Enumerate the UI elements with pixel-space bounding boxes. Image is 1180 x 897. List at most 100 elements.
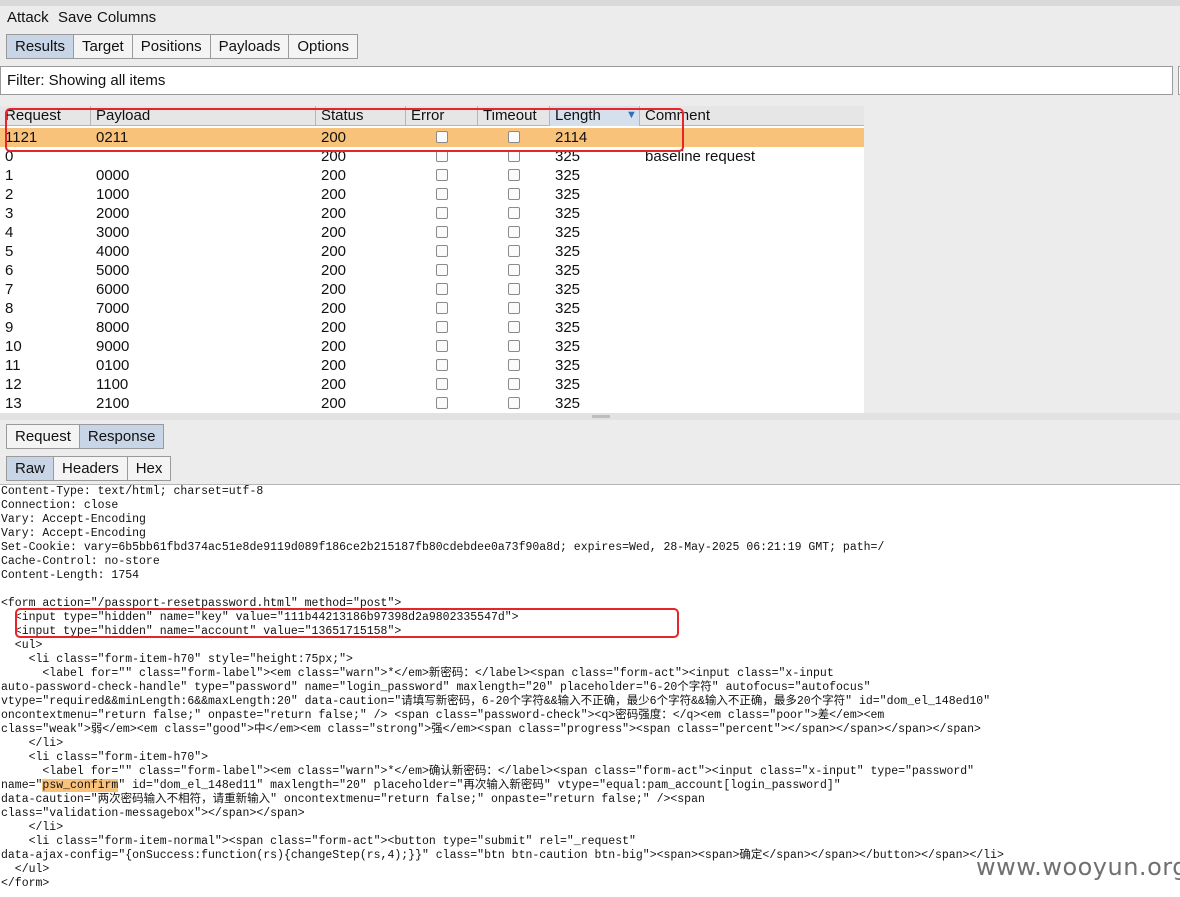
error-checkbox[interactable] xyxy=(436,283,448,295)
tab-response[interactable]: Response xyxy=(79,424,165,449)
cell-length: 325 xyxy=(555,281,581,298)
tab-positions[interactable]: Positions xyxy=(132,34,211,59)
cell-status: 200 xyxy=(321,167,347,184)
code-line: <li class="form-item-h70" style="height:… xyxy=(1,653,353,666)
cell-request: 7 xyxy=(5,281,14,298)
cell-length: 325 xyxy=(555,262,581,279)
table-row[interactable]: 2 1000 200 325 xyxy=(0,185,864,204)
timeout-checkbox[interactable] xyxy=(508,283,520,295)
cell-length: 325 xyxy=(555,205,581,222)
table-row[interactable]: 3 2000 200 325 xyxy=(0,204,864,223)
error-checkbox[interactable] xyxy=(436,302,448,314)
timeout-checkbox[interactable] xyxy=(508,169,520,181)
code-segment: name=" xyxy=(1,779,43,792)
cell-length: 325 xyxy=(555,300,581,317)
timeout-checkbox[interactable] xyxy=(508,302,520,314)
code-line: <label for="" class="form-label"><em cla… xyxy=(1,667,834,680)
cell-payload: 0100 xyxy=(96,357,130,374)
cell-payload: 9000 xyxy=(96,338,130,355)
code-line: <li class="form-item-h70"> xyxy=(1,751,209,764)
menu-columns[interactable]: Columns xyxy=(97,9,156,26)
cell-payload: 7000 xyxy=(96,300,130,317)
table-row[interactable]: 12 1100 200 325 xyxy=(0,375,864,394)
cell-length: 325 xyxy=(555,357,581,374)
filter-bar[interactable]: Filter: Showing all items xyxy=(0,66,1173,95)
split-divider[interactable] xyxy=(0,413,1180,420)
timeout-checkbox[interactable] xyxy=(508,264,520,276)
cell-payload: 0000 xyxy=(96,167,130,184)
annotation-box-hidden-inputs xyxy=(15,608,679,638)
cell-request: 12 xyxy=(5,376,22,393)
timeout-checkbox[interactable] xyxy=(508,226,520,238)
table-row[interactable]: 8 7000 200 325 xyxy=(0,299,864,318)
table-row[interactable]: 6 5000 200 325 xyxy=(0,261,864,280)
error-checkbox[interactable] xyxy=(436,321,448,333)
error-checkbox[interactable] xyxy=(436,169,448,181)
cell-status: 200 xyxy=(321,300,347,317)
error-checkbox[interactable] xyxy=(436,245,448,257)
code-line: </li> xyxy=(1,737,64,750)
code-line: vtype="required&&minLength:6&&maxLength:… xyxy=(1,695,991,708)
tab-raw[interactable]: Raw xyxy=(6,456,55,481)
cell-request: 10 xyxy=(5,338,22,355)
tab-results[interactable]: Results xyxy=(6,34,75,59)
code-line: Vary: Accept-Encoding xyxy=(1,513,146,526)
tab-payloads[interactable]: Payloads xyxy=(210,34,290,59)
code-line: auto-password-check-handle" type="passwo… xyxy=(1,681,871,694)
code-line: Connection: close xyxy=(1,499,119,512)
cell-length: 325 xyxy=(555,395,581,412)
table-row[interactable]: 11 0100 200 325 xyxy=(0,356,864,375)
table-row[interactable]: 9 8000 200 325 xyxy=(0,318,864,337)
cell-request: 11 xyxy=(5,357,21,374)
table-row[interactable]: 7 6000 200 325 xyxy=(0,280,864,299)
view-tabbar: Raw Headers Hex xyxy=(6,456,172,481)
code-segment: " id="dom_el_148ed11" maxlength="20" pla… xyxy=(118,779,841,792)
error-checkbox[interactable] xyxy=(436,340,448,352)
cell-payload: 1100 xyxy=(96,376,129,393)
error-checkbox[interactable] xyxy=(436,397,448,409)
error-checkbox[interactable] xyxy=(436,226,448,238)
cell-request: 9 xyxy=(5,319,14,336)
timeout-checkbox[interactable] xyxy=(508,245,520,257)
timeout-checkbox[interactable] xyxy=(508,207,520,219)
annotation-box-result xyxy=(5,108,684,152)
menu-attack[interactable]: Attack xyxy=(7,9,49,26)
menu-save[interactable]: Save xyxy=(58,9,92,26)
cell-request: 13 xyxy=(5,395,22,412)
cell-request: 8 xyxy=(5,300,14,317)
tab-headers[interactable]: Headers xyxy=(54,456,128,481)
tab-request[interactable]: Request xyxy=(6,424,80,449)
timeout-checkbox[interactable] xyxy=(508,340,520,352)
tab-options[interactable]: Options xyxy=(289,34,359,59)
timeout-checkbox[interactable] xyxy=(508,378,520,390)
table-row[interactable]: 10 9000 200 325 xyxy=(0,337,864,356)
error-checkbox[interactable] xyxy=(436,359,448,371)
response-raw-view[interactable]: Content-Type: text/html; charset=utf-8 C… xyxy=(0,484,1180,897)
cell-request: 5 xyxy=(5,243,14,260)
timeout-checkbox[interactable] xyxy=(508,359,520,371)
error-checkbox[interactable] xyxy=(436,378,448,390)
tab-hex[interactable]: Hex xyxy=(127,456,172,481)
table-row[interactable]: 4 3000 200 325 xyxy=(0,223,864,242)
timeout-checkbox[interactable] xyxy=(508,188,520,200)
cell-length: 325 xyxy=(555,224,581,241)
cell-length: 325 xyxy=(555,376,581,393)
timeout-checkbox[interactable] xyxy=(508,321,520,333)
code-line: class="validation-messagebox"></span></s… xyxy=(1,807,305,820)
table-row[interactable]: 5 4000 200 325 xyxy=(0,242,864,261)
error-checkbox[interactable] xyxy=(436,207,448,219)
table-row[interactable]: 13 2100 200 325 xyxy=(0,394,864,413)
tab-target[interactable]: Target xyxy=(74,34,133,59)
code-line: </form> xyxy=(1,877,50,890)
timeout-checkbox[interactable] xyxy=(508,397,520,409)
cell-payload: 3000 xyxy=(96,224,130,241)
cell-length: 325 xyxy=(555,319,581,336)
error-checkbox[interactable] xyxy=(436,264,448,276)
table-row[interactable]: 1 0000 200 325 xyxy=(0,166,864,185)
cell-payload: 4000 xyxy=(96,243,130,260)
code-line: Cache-Control: no-store xyxy=(1,555,160,568)
error-checkbox[interactable] xyxy=(436,188,448,200)
response-text: Content-Type: text/html; charset=utf-8 C… xyxy=(0,485,1180,891)
cell-status: 200 xyxy=(321,243,347,260)
cell-length: 325 xyxy=(555,186,581,203)
